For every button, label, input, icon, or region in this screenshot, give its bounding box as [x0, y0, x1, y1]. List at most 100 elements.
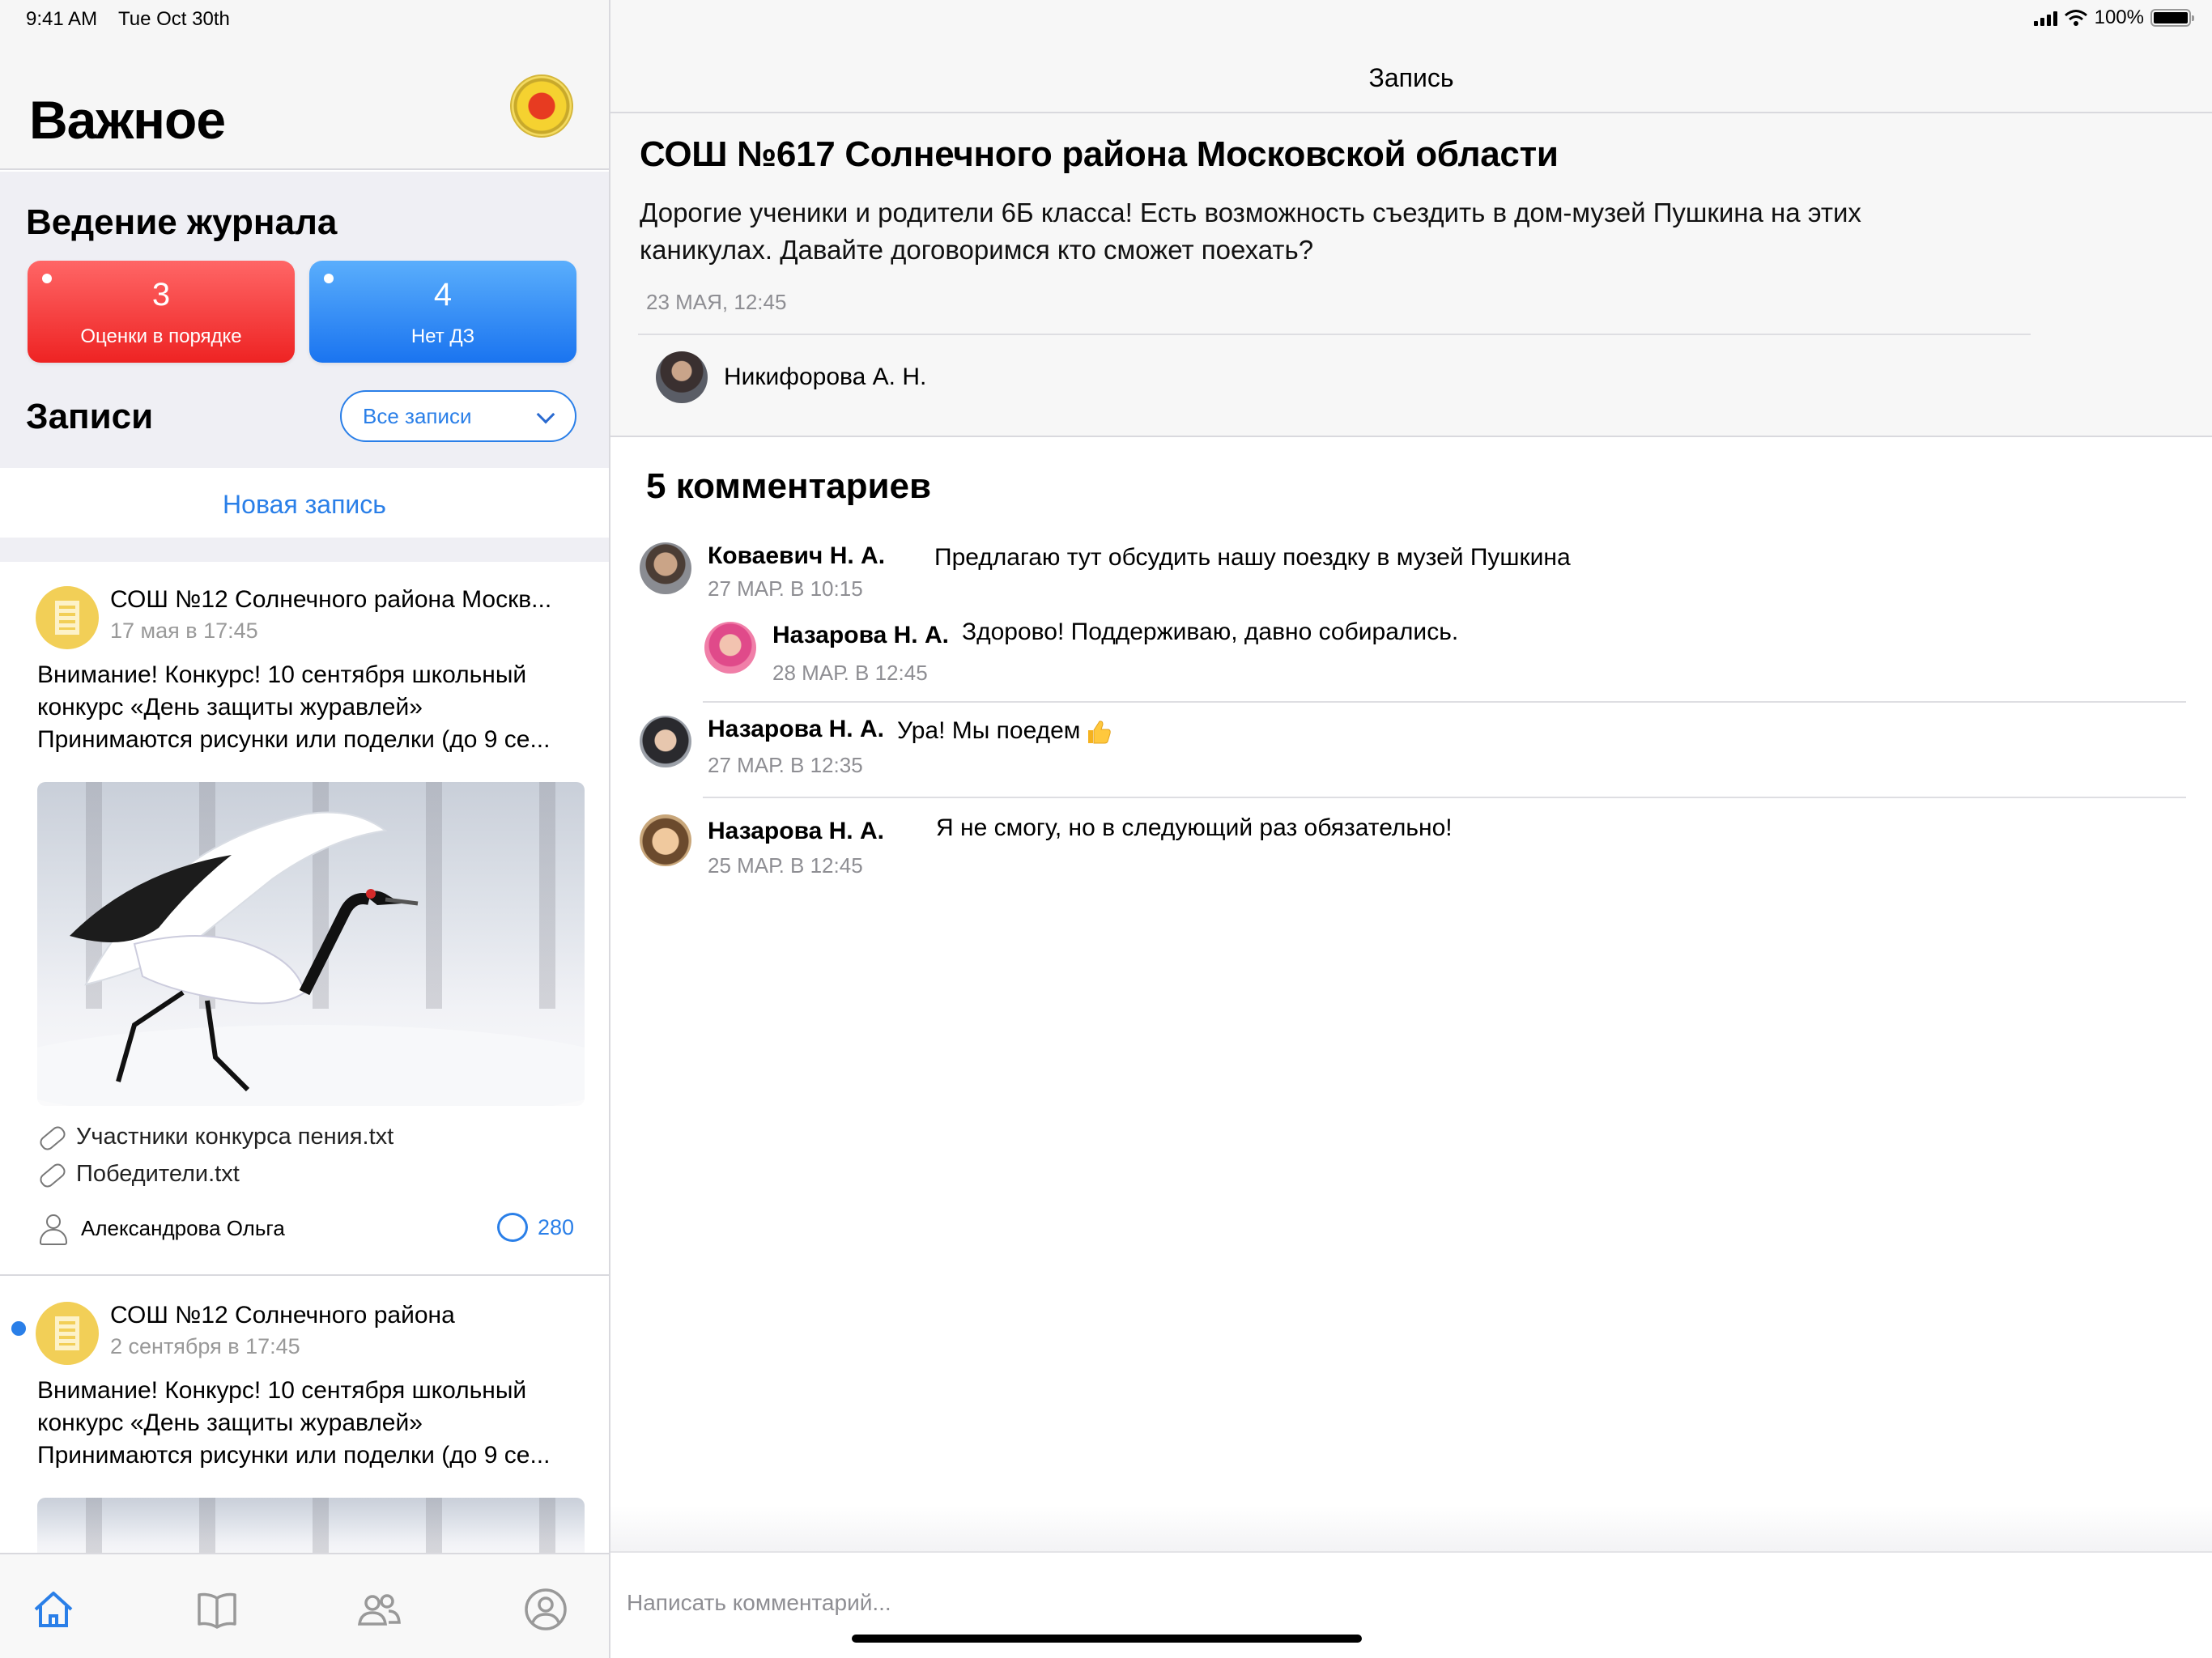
status-right: 100%	[2033, 6, 2194, 29]
status-date: Tue Oct 30th	[118, 8, 230, 30]
grades-label: Оценки в порядке	[80, 325, 242, 347]
post-text-line: Внимание! Конкурс! 10 сентября школьный	[37, 661, 527, 688]
post-title: СОШ №12 Солнечного района Москв...	[110, 586, 552, 613]
tab-bar	[0, 1553, 609, 1658]
record-author[interactable]: Никифорова А. Н.	[656, 351, 926, 403]
record-body: Дорогие ученики и родители 6Б класса! Ес…	[640, 194, 1903, 269]
book-icon[interactable]	[194, 1587, 240, 1632]
records-filter-dropdown[interactable]: Все записи	[340, 390, 576, 442]
new-record-button[interactable]: Новая запись	[0, 468, 609, 538]
comment-date: 25 МАР. В 12:45	[708, 853, 863, 878]
people-icon[interactable]	[356, 1587, 402, 1632]
comments-count: 280	[538, 1214, 575, 1239]
comment-author: Коваевич Н. А.	[708, 542, 886, 569]
post-text-line: конкурс «День защиты журавлей»	[37, 1409, 423, 1436]
profile-icon[interactable]	[523, 1587, 568, 1632]
post-text-line: конкурс «День защиты журавлей»	[37, 694, 423, 721]
filter-label: Все записи	[363, 404, 472, 428]
grades-count: 3	[151, 277, 171, 312]
attachment-2[interactable]: Победители.txt	[37, 1161, 240, 1188]
record-date: 23 МАЯ, 12:45	[646, 290, 787, 314]
post-card[interactable]: СОШ №12 Солнечного района 2 сентября в 1…	[0, 1278, 609, 1562]
comment[interactable]: Назарова Н. А. Ура! Мы поедем 27 МАР. В …	[640, 716, 2178, 789]
attachment-name: Победители.txt	[76, 1161, 240, 1187]
post-date: 17 мая в 17:45	[110, 619, 258, 643]
comment-text: Здорово! Поддерживаю, давно собирались.	[962, 619, 1459, 645]
post-card[interactable]: СОШ №12 Солнечного района Москв... 17 ма…	[0, 562, 609, 1276]
record-body-line: Дорогие ученики и родители 6Б класса! Ес…	[640, 198, 1861, 227]
signal-icon	[2033, 10, 2057, 26]
page-title: Важное	[29, 90, 226, 150]
chevron-down-icon	[536, 405, 555, 424]
wifi-icon	[2064, 10, 2087, 26]
comments-button[interactable]: 280	[497, 1213, 574, 1242]
comment-date: 27 МАР. В 12:35	[708, 753, 863, 777]
attachment-1[interactable]: Участники конкурса пения.txt	[37, 1124, 393, 1150]
avatar	[640, 716, 691, 767]
post-date: 2 сентября в 17:45	[110, 1334, 300, 1358]
comment-date: 28 МАР. В 12:45	[772, 661, 928, 685]
home-indicator	[852, 1635, 1362, 1643]
home-icon[interactable]	[31, 1587, 76, 1632]
status-time: 9:41 AM	[26, 8, 98, 30]
record-header: Запись СОШ №617 Солнечного района Москов…	[610, 0, 2212, 437]
section-separator	[0, 538, 609, 562]
input-shadow	[610, 1506, 2212, 1551]
author-name: Никифорова А. Н.	[724, 363, 927, 390]
comment[interactable]: Коваевич Н. А. Предлагаю тут обсудить на…	[640, 542, 2178, 615]
homework-count: 4	[433, 277, 453, 312]
user-icon	[37, 1213, 68, 1245]
avatar	[704, 622, 756, 674]
right-panel: Запись СОШ №617 Солнечного района Москов…	[610, 0, 2212, 1658]
left-panel: Важное Ведение журнала 3 Оценки в порядк…	[0, 0, 609, 1658]
paperclip-icon	[37, 1165, 65, 1184]
homework-card[interactable]: 4 Нет ДЗ	[309, 261, 576, 363]
author-name: Александрова Ольга	[81, 1215, 285, 1240]
divider	[703, 797, 2186, 798]
comment-text-wrap: Ура! Мы поедем	[897, 717, 1112, 746]
divider	[703, 701, 2186, 703]
building-icon	[36, 1302, 99, 1365]
post-text-line: Принимаются рисунки или поделки (до 9 се…	[37, 726, 551, 753]
post-author[interactable]: Александрова Ольга	[37, 1213, 285, 1245]
comment-date: 27 МАР. В 10:15	[708, 576, 863, 601]
post-title: СОШ №12 Солнечного района	[110, 1302, 455, 1329]
post-text: Внимание! Конкурс! 10 сентября школьный …	[37, 1375, 580, 1472]
post-text-line: Принимаются рисунки или поделки (до 9 се…	[37, 1442, 551, 1469]
comment-input-bar[interactable]: Написать комментарий...	[610, 1551, 2212, 1658]
comment[interactable]: Назарова Н. А. Я не смогу, но в следующи…	[640, 814, 2178, 887]
status-bar: 9:41 AM Tue Oct 30th 100%	[0, 0, 2212, 39]
thumbs-up-icon	[1088, 721, 1112, 744]
attachment-name: Участники конкурса пения.txt	[76, 1124, 394, 1150]
comment-text: Я не смогу, но в следующий раз обязатель…	[936, 814, 1453, 841]
grades-card[interactable]: 3 Оценки в порядке	[28, 261, 295, 363]
school-logo-avatar[interactable]	[510, 74, 573, 138]
battery-icon	[2150, 9, 2194, 27]
comment-input[interactable]: Написать комментарий...	[627, 1590, 891, 1616]
divider	[610, 112, 2212, 113]
comment-author: Назарова Н. А.	[708, 818, 884, 844]
battery-percent: 100%	[2094, 6, 2144, 28]
record-body-line: каникулах. Давайте договоримся кто сможе…	[640, 235, 1314, 265]
comment-author: Назарова Н. А.	[708, 716, 884, 742]
paperclip-icon	[37, 1128, 65, 1147]
comment-bubble-icon	[497, 1213, 528, 1242]
building-icon	[36, 586, 99, 649]
post-text: Внимание! Конкурс! 10 сентября школьный …	[37, 659, 580, 756]
avatar	[656, 351, 708, 403]
journal-title: Ведение журнала	[26, 202, 338, 242]
comment-text: Ура! Мы поедем	[897, 717, 1081, 744]
crane-photo[interactable]	[37, 782, 585, 1106]
homework-label: Нет ДЗ	[410, 325, 475, 347]
journal-section: Ведение журнала 3 Оценки в порядке 4 Нет…	[0, 172, 609, 468]
nav-title: Запись	[1368, 63, 1454, 92]
comment-reply[interactable]: Назарова Н. А. Здорово! Поддерживаю, дав…	[704, 619, 2178, 695]
record-title: СОШ №617 Солнечного района Московской об…	[640, 134, 1559, 174]
avatar	[640, 814, 691, 866]
comment-text: Предлагаю тут обсудить нашу поездку в му…	[934, 544, 1571, 571]
records-title: Записи	[26, 397, 154, 436]
avatar	[640, 542, 691, 594]
unread-dot	[11, 1321, 26, 1336]
divider	[638, 334, 2031, 335]
post-text-line: Внимание! Конкурс! 10 сентября школьный	[37, 1377, 527, 1404]
